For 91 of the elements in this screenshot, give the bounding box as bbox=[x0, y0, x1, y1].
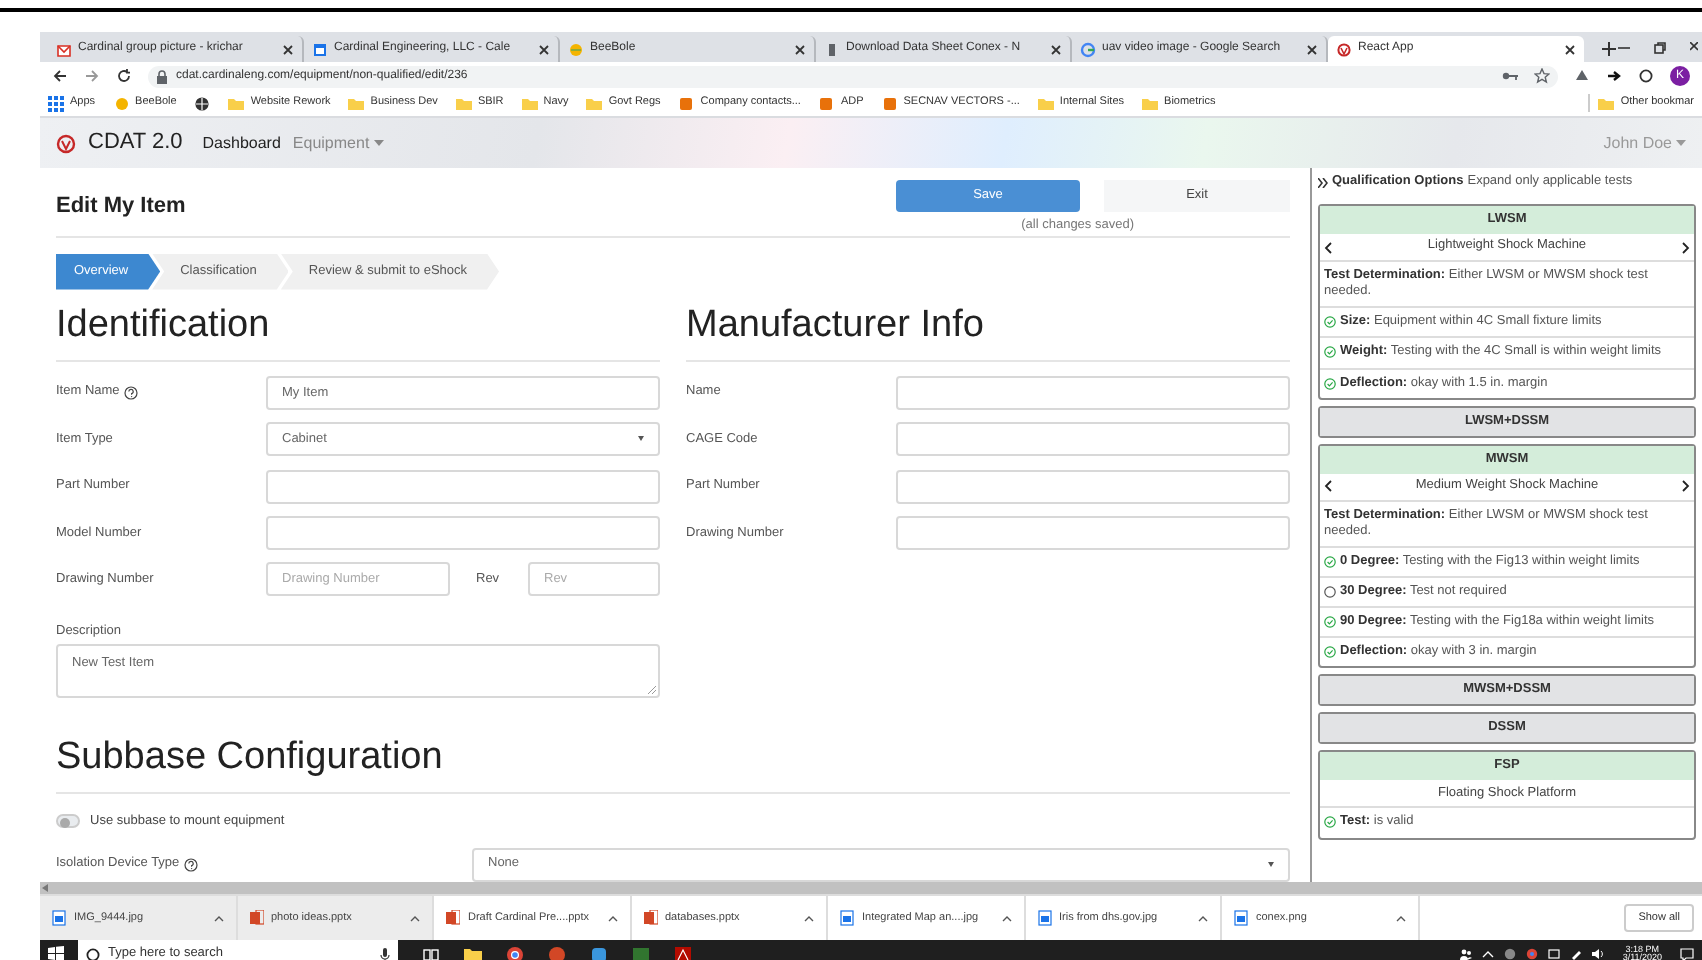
key-icon[interactable] bbox=[1502, 70, 1518, 82]
people-icon[interactable] bbox=[1460, 948, 1473, 960]
section-heading: Manufacturer Info bbox=[686, 293, 1290, 362]
back-icon[interactable] bbox=[52, 68, 68, 84]
star-icon[interactable] bbox=[1534, 68, 1550, 84]
folder-icon bbox=[1037, 95, 1054, 111]
chevron-up-icon[interactable] bbox=[1395, 915, 1405, 921]
network-icon[interactable] bbox=[1548, 948, 1561, 960]
pen-icon[interactable] bbox=[1570, 948, 1583, 960]
input-field[interactable] bbox=[896, 422, 1290, 457]
slides-file-icon bbox=[643, 910, 657, 926]
logo-icon bbox=[56, 133, 76, 153]
presentation-app-icon[interactable] bbox=[548, 945, 566, 960]
arrow-icon[interactable] bbox=[1606, 68, 1622, 84]
slides-file-icon bbox=[249, 910, 263, 926]
scroll-left-icon bbox=[42, 884, 48, 892]
chevron-right-icon[interactable] bbox=[1682, 241, 1690, 253]
chevron-left-icon[interactable] bbox=[1324, 480, 1332, 493]
minimize-icon[interactable] bbox=[1618, 42, 1630, 54]
task-view-icon[interactable] bbox=[422, 945, 440, 960]
speaker-icon[interactable] bbox=[1592, 948, 1605, 960]
chevron-up-icon[interactable] bbox=[607, 915, 617, 921]
restore-icon[interactable] bbox=[1654, 42, 1666, 54]
calendar-icon bbox=[312, 41, 328, 57]
folder-icon bbox=[1598, 95, 1615, 111]
double-chevron-icon[interactable] bbox=[1318, 178, 1328, 188]
resize-grip-icon bbox=[648, 685, 656, 694]
new-tab-icon[interactable] bbox=[1600, 40, 1618, 58]
folder-icon bbox=[455, 95, 472, 111]
close-icon[interactable] bbox=[538, 43, 550, 55]
caret-icon bbox=[1268, 861, 1274, 868]
input-field[interactable] bbox=[896, 469, 1290, 504]
chevron-up-icon[interactable] bbox=[410, 915, 420, 921]
bookmark-page-icon bbox=[881, 95, 898, 111]
brand-name: CDAT 2.0 bbox=[88, 128, 183, 159]
bookmark-page-icon bbox=[818, 95, 835, 111]
section-heading: Identification bbox=[56, 293, 660, 362]
image-file-icon bbox=[840, 910, 854, 926]
input-field[interactable] bbox=[266, 469, 660, 504]
windows-start-icon[interactable] bbox=[48, 946, 64, 960]
app-icon bbox=[1336, 41, 1352, 57]
folder-icon bbox=[1142, 95, 1159, 111]
browser-icon[interactable] bbox=[506, 945, 524, 960]
lock-icon bbox=[156, 69, 168, 83]
forward-icon[interactable] bbox=[84, 68, 100, 84]
chevron-left-icon[interactable] bbox=[1324, 241, 1332, 253]
folder-icon[interactable] bbox=[464, 945, 482, 960]
input-field[interactable] bbox=[896, 515, 1290, 550]
folder-icon bbox=[521, 95, 538, 111]
circle-icon[interactable] bbox=[1638, 68, 1654, 84]
scrollbar[interactable] bbox=[40, 882, 1702, 894]
close-icon[interactable] bbox=[1306, 43, 1318, 55]
input-field[interactable] bbox=[266, 515, 660, 550]
caret-icon bbox=[1676, 139, 1686, 147]
chevron-up-icon[interactable] bbox=[1001, 915, 1011, 921]
image-file-icon bbox=[1234, 910, 1248, 926]
input-field[interactable] bbox=[896, 375, 1290, 410]
chat-app-icon[interactable] bbox=[590, 945, 608, 960]
notification-icon[interactable] bbox=[1680, 947, 1694, 960]
tray-app-icon[interactable] bbox=[1504, 948, 1517, 960]
bookmark-page-icon bbox=[678, 95, 695, 111]
microphone-icon bbox=[380, 947, 390, 960]
globe-icon[interactable] bbox=[194, 95, 211, 111]
folder-icon bbox=[348, 95, 365, 111]
close-icon[interactable] bbox=[282, 43, 294, 55]
section-heading: Subbase Configuration bbox=[56, 725, 1290, 794]
mail-icon bbox=[56, 41, 72, 57]
page-title: Edit My Item bbox=[56, 192, 186, 222]
chevron-up-icon[interactable] bbox=[1198, 915, 1208, 921]
image-file-icon bbox=[52, 910, 66, 926]
tray-browser-icon[interactable] bbox=[1526, 948, 1539, 960]
chevron-up-icon[interactable] bbox=[213, 915, 223, 921]
chevron-right-icon[interactable] bbox=[1682, 480, 1690, 493]
chevron-up-icon[interactable] bbox=[804, 915, 814, 921]
image-file-icon bbox=[1037, 910, 1051, 926]
caret-icon bbox=[373, 139, 384, 147]
close-icon[interactable] bbox=[794, 43, 806, 55]
close-icon[interactable] bbox=[1564, 43, 1576, 55]
folder-icon bbox=[586, 95, 603, 111]
project-app-icon[interactable] bbox=[632, 945, 650, 960]
reload-icon[interactable] bbox=[116, 68, 132, 84]
slides-file-icon bbox=[446, 910, 460, 926]
nav-link[interactable]: Dashboard bbox=[202, 131, 281, 155]
close-icon[interactable] bbox=[1050, 43, 1062, 55]
pdf-app-icon[interactable] bbox=[674, 945, 692, 960]
folder-icon bbox=[228, 95, 245, 111]
search-engine-icon bbox=[1080, 41, 1096, 57]
close-window-icon[interactable] bbox=[1690, 42, 1698, 54]
apps-icon bbox=[48, 95, 64, 111]
caret-icon bbox=[638, 436, 644, 443]
toggle-switch[interactable] bbox=[56, 814, 80, 829]
